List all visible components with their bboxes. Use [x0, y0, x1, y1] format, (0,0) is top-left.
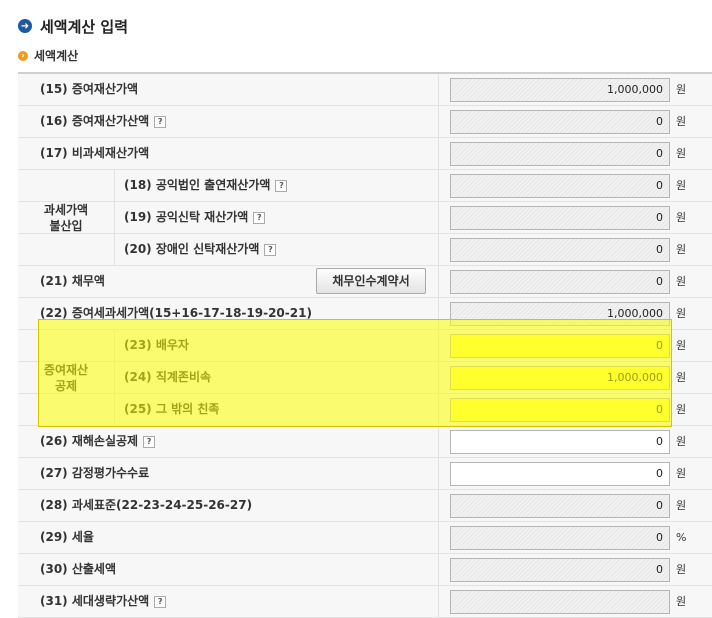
row-label: (17) 비과세재산가액: [40, 146, 150, 160]
row-label: (21) 채무액: [40, 274, 105, 288]
row-label-wrap: (20) 장애인 신탁재산가액?: [124, 234, 277, 265]
row-21: (21) 채무액 채무인수계약서 0 원: [18, 266, 712, 298]
row-22: (22) 증여세과세가액(15+16-17-18-19-20-21) 1,000…: [18, 298, 712, 330]
generation-skip-surcharge-field: [450, 590, 670, 614]
tax-base-field: 0: [450, 494, 670, 518]
row-28: (28) 과세표준(22-23-24-25-26-27) 0 원: [18, 490, 712, 522]
row-label-wrap: (16) 증여재산가산액?: [40, 106, 167, 137]
page-title-bar: ➜ 세액계산 입력: [18, 16, 128, 36]
unit-label: 원: [676, 595, 687, 608]
unit-label: 원: [676, 435, 687, 448]
row-label: (27) 감정평가수수료: [40, 466, 150, 480]
arrow-right-icon: ➜: [18, 19, 32, 33]
row-17: (17) 비과세재산가액 0 원: [18, 138, 712, 170]
row-18: (18) 공익법인 출연재산가액? 0 원: [18, 170, 712, 202]
non-taxable-value-field: 0: [450, 142, 670, 166]
row-label-wrap: (18) 공익법인 출연재산가액?: [124, 170, 288, 201]
row-label: (25) 그 밖의 친족: [124, 402, 220, 416]
row-24: (24) 직계존비속 1,000,000 원: [18, 362, 712, 394]
row-label: (22) 증여세과세가액(15+16-17-18-19-20-21): [40, 306, 312, 320]
row-label: (23) 배우자: [124, 338, 189, 352]
unit-label: 원: [676, 563, 687, 576]
unit-label: 원: [676, 243, 687, 256]
arrow-right-small-icon: ›: [18, 50, 28, 61]
taxable-gift-value-field: 1,000,000: [450, 302, 670, 326]
row-26: (26) 재해손실공제? 0 원: [18, 426, 712, 458]
row-20: (20) 장애인 신탁재산가액? 0 원: [18, 234, 712, 266]
row-label: (20) 장애인 신탁재산가액: [124, 242, 260, 256]
help-icon[interactable]: ?: [275, 179, 288, 192]
other-relative-deduction-field[interactable]: 0: [450, 398, 670, 422]
help-icon[interactable]: ?: [154, 595, 167, 608]
unit-label: 원: [676, 403, 687, 416]
lineal-relative-deduction-field[interactable]: 1,000,000: [450, 366, 670, 390]
row-29: (29) 세율 0 %: [18, 522, 712, 554]
gift-property-value-field: 1,000,000: [450, 78, 670, 102]
unit-label: 원: [676, 275, 687, 288]
row-27: (27) 감정평가수수료 0 원: [18, 458, 712, 490]
row-23: (23) 배우자 0 원: [18, 330, 712, 362]
row-label-wrap: (26) 재해손실공제?: [40, 426, 156, 457]
row-15: (15) 증여재산가액 1,000,000 원: [18, 74, 712, 106]
row-31: (31) 세대생략가산액? 원: [18, 586, 712, 618]
debt-amount-field: 0: [450, 270, 670, 294]
row-label: (16) 증여재산가산액: [40, 114, 150, 128]
row-label: (19) 공익신탁 재산가액: [124, 210, 249, 224]
spouse-deduction-field[interactable]: 0: [450, 334, 670, 358]
help-icon[interactable]: ?: [154, 115, 167, 128]
tax-rate-field: 0: [450, 526, 670, 550]
page-title: 세액계산 입력: [40, 17, 129, 36]
tax-calc-form: (15) 증여재산가액 1,000,000 원 (16) 증여재산가산액? 0 …: [18, 72, 712, 618]
help-icon[interactable]: ?: [143, 435, 156, 448]
row-label-wrap: (19) 공익신탁 재산가액?: [124, 202, 266, 233]
public-corp-contribution-field: 0: [450, 174, 670, 198]
row-label: (30) 산출세액: [40, 562, 117, 576]
help-icon[interactable]: ?: [264, 243, 277, 256]
row-label-wrap: (31) 세대생략가산액?: [40, 586, 167, 617]
row-label: (24) 직계존비속: [124, 370, 212, 384]
unit-label: 원: [676, 307, 687, 320]
row-30: (30) 산출세액 0 원: [18, 554, 712, 586]
calculated-tax-field: 0: [450, 558, 670, 582]
row-label: (28) 과세표준(22-23-24-25-26-27): [40, 498, 253, 512]
row-label: (18) 공익법인 출연재산가액: [124, 178, 271, 192]
unit-label: 원: [676, 371, 687, 384]
appraisal-fee-field[interactable]: 0: [450, 462, 670, 486]
unit-label: 원: [676, 147, 687, 160]
unit-label: 원: [676, 179, 687, 192]
row-16: (16) 증여재산가산액? 0 원: [18, 106, 712, 138]
row-label: (31) 세대생략가산액: [40, 594, 150, 608]
disaster-loss-deduction-field[interactable]: 0: [450, 430, 670, 454]
help-icon[interactable]: ?: [253, 211, 266, 224]
row-label: (29) 세율: [40, 530, 94, 544]
gift-property-addition-field: 0: [450, 110, 670, 134]
debt-assumption-contract-button[interactable]: 채무인수계약서: [316, 268, 426, 294]
section-title-bar: › 세액계산: [18, 47, 78, 64]
unit-label: 원: [676, 499, 687, 512]
unit-label: 원: [676, 467, 687, 480]
row-label: (15) 증여재산가액: [40, 82, 139, 96]
unit-label: 원: [676, 339, 687, 352]
disabled-trust-value-field: 0: [450, 238, 670, 262]
row-19: (19) 공익신탁 재산가액? 0 원: [18, 202, 712, 234]
row-25: (25) 그 밖의 친족 0 원: [18, 394, 712, 426]
unit-label: %: [676, 531, 687, 544]
section-title: 세액계산: [34, 49, 79, 63]
unit-label: 원: [676, 83, 687, 96]
row-label: (26) 재해손실공제: [40, 434, 139, 448]
public-trust-value-field: 0: [450, 206, 670, 230]
unit-label: 원: [676, 211, 687, 224]
unit-label: 원: [676, 115, 687, 128]
